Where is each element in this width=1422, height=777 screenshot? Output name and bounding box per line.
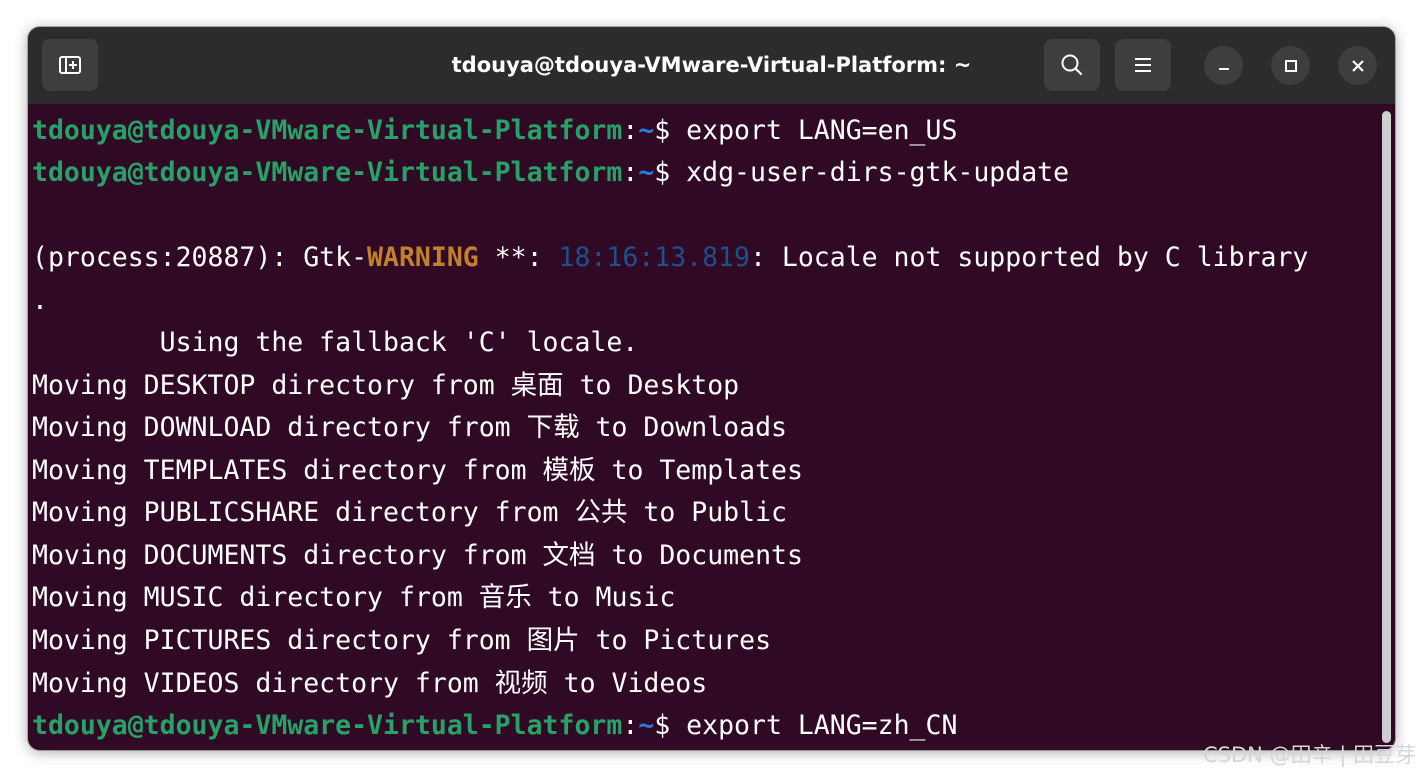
prompt-colon: : bbox=[622, 115, 639, 146]
output-line: Moving DESKTOP directory from 桌面 to Desk… bbox=[32, 370, 740, 401]
output-line: Moving DOWNLOAD directory from 下载 to Dow… bbox=[32, 412, 787, 443]
prompt-dollar: $ bbox=[654, 157, 687, 188]
output-line: Moving DOCUMENTS directory from 文档 to Do… bbox=[32, 540, 803, 571]
prompt-user: tdouya@tdouya-VMware-Virtual-Platform bbox=[32, 157, 623, 188]
output-line: . bbox=[32, 285, 48, 316]
minimize-button[interactable] bbox=[1204, 46, 1243, 85]
prompt-path: ~ bbox=[638, 157, 655, 188]
hamburger-menu-icon bbox=[1135, 58, 1151, 72]
output-line: Using the fallback 'C' locale. bbox=[32, 327, 639, 358]
new-tab-button[interactable] bbox=[42, 39, 98, 91]
scrollbar[interactable] bbox=[1382, 111, 1391, 743]
search-button[interactable] bbox=[1044, 39, 1100, 91]
close-button[interactable] bbox=[1338, 46, 1377, 85]
warning-timestamp: 18:16:13.819 bbox=[558, 242, 750, 273]
output-line: Moving MUSIC directory from 音乐 to Music bbox=[32, 582, 676, 613]
prompt-colon: : bbox=[622, 157, 639, 188]
minimize-icon bbox=[1218, 67, 1229, 70]
maximize-icon bbox=[1284, 59, 1297, 72]
prompt-line: tdouya@tdouya-VMware-Virtual-Platform:~$… bbox=[32, 708, 957, 744]
prompt-line: tdouya@tdouya-VMware-Virtual-Platform:~$… bbox=[32, 113, 957, 149]
output-line: Moving PICTURES directory from 图片 to Pic… bbox=[32, 625, 772, 656]
maximize-button[interactable] bbox=[1271, 46, 1310, 85]
command-text: xdg-user-dirs-gtk-update bbox=[686, 157, 1070, 188]
close-icon bbox=[1351, 59, 1364, 72]
prompt-user: tdouya@tdouya-VMware-Virtual-Platform bbox=[32, 710, 623, 741]
search-icon bbox=[1061, 54, 1083, 76]
output-line: Moving PUBLICSHARE directory from 公共 to … bbox=[32, 497, 787, 528]
window-title: tdouya@tdouya-VMware-Virtual-Platform: ~ bbox=[451, 53, 972, 77]
prompt-colon: : bbox=[622, 710, 639, 741]
output-line: Moving VIDEOS directory from 视频 to Video… bbox=[32, 668, 708, 699]
prompt-path: ~ bbox=[638, 710, 655, 741]
terminal-window: tdouya@tdouya-VMware-Virtual-Platform: ~ bbox=[28, 27, 1395, 750]
new-tab-icon bbox=[59, 56, 81, 74]
prompt-dollar: $ bbox=[654, 710, 687, 741]
terminal-output[interactable]: tdouya@tdouya-VMware-Virtual-Platform:~$… bbox=[28, 104, 1395, 750]
prompt-dollar: $ bbox=[654, 115, 687, 146]
command-text: export LANG=en_US bbox=[686, 115, 958, 146]
prompt-line: tdouya@tdouya-VMware-Virtual-Platform:~$… bbox=[32, 155, 1069, 191]
prompt-path: ~ bbox=[638, 115, 655, 146]
warning-prefix: (process:20887): Gtk- bbox=[32, 242, 368, 273]
output-line: Moving TEMPLATES directory from 模板 to Te… bbox=[32, 455, 803, 486]
watermark: CSDN @田辛 | 田豆芽 bbox=[1203, 743, 1416, 767]
menu-button[interactable] bbox=[1115, 39, 1171, 91]
title-bar[interactable]: tdouya@tdouya-VMware-Virtual-Platform: ~ bbox=[28, 27, 1395, 104]
gtk-warning-line: (process:20887): Gtk-WARNING **: 18:16:1… bbox=[32, 240, 1308, 276]
warning-message: : Locale not supported by C library bbox=[749, 242, 1309, 273]
warning-separator: **: bbox=[478, 242, 559, 273]
command-text: export LANG=zh_CN bbox=[686, 710, 958, 741]
prompt-user: tdouya@tdouya-VMware-Virtual-Platform bbox=[32, 115, 623, 146]
warning-label: WARNING bbox=[367, 242, 479, 273]
